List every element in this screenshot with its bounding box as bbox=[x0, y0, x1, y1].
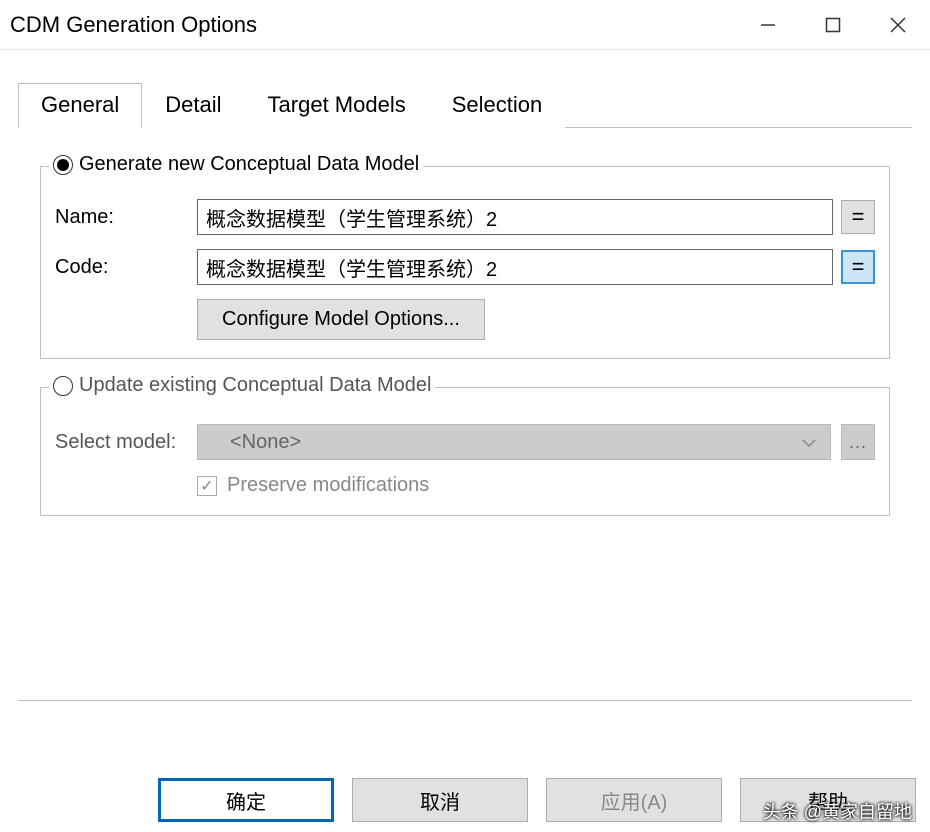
preserve-checkbox[interactable]: ✓ bbox=[197, 476, 217, 496]
select-model-dropdown[interactable]: <None> bbox=[197, 424, 831, 460]
name-row: Name: = bbox=[55, 199, 875, 235]
tab-general[interactable]: General bbox=[18, 83, 142, 128]
dialog-content: General Detail Target Models Selection G… bbox=[0, 50, 930, 701]
radio-update-existing[interactable] bbox=[53, 376, 73, 396]
update-existing-legend[interactable]: Update existing Conceptual Data Model bbox=[49, 374, 435, 397]
ok-button[interactable]: 确定 bbox=[158, 778, 334, 822]
radio-dot-icon bbox=[57, 159, 69, 171]
select-model-row: Select model: <None> ... bbox=[55, 424, 875, 460]
code-sync-button[interactable]: = bbox=[841, 250, 875, 284]
select-model-browse-button[interactable]: ... bbox=[841, 424, 875, 460]
generate-new-label: Generate new Conceptual Data Model bbox=[79, 153, 419, 176]
tab-target-models[interactable]: Target Models bbox=[245, 83, 429, 128]
maximize-button[interactable] bbox=[800, 0, 865, 49]
titlebar: CDM Generation Options bbox=[0, 0, 930, 50]
chevron-down-icon bbox=[802, 434, 816, 450]
tab-detail[interactable]: Detail bbox=[142, 83, 244, 128]
name-input[interactable] bbox=[197, 199, 833, 235]
code-input[interactable] bbox=[197, 249, 833, 285]
preserve-label: Preserve modifications bbox=[227, 474, 429, 497]
code-label: Code: bbox=[55, 256, 197, 279]
generate-new-group: Generate new Conceptual Data Model Name:… bbox=[40, 166, 890, 359]
minimize-button[interactable] bbox=[735, 0, 800, 49]
update-existing-group: Update existing Conceptual Data Model Se… bbox=[40, 387, 890, 516]
dialog-button-bar: 确定 取消 应用(A) 帮助 bbox=[158, 778, 916, 822]
tab-panel-general: Generate new Conceptual Data Model Name:… bbox=[18, 128, 912, 701]
configure-model-options-button[interactable]: Configure Model Options... bbox=[197, 299, 485, 340]
tab-strip: General Detail Target Models Selection bbox=[18, 82, 912, 128]
window-controls bbox=[735, 0, 930, 49]
cancel-button[interactable]: 取消 bbox=[352, 778, 528, 822]
radio-generate-new[interactable] bbox=[53, 155, 73, 175]
window-title: CDM Generation Options bbox=[10, 12, 735, 38]
apply-button[interactable]: 应用(A) bbox=[546, 778, 722, 822]
update-existing-label: Update existing Conceptual Data Model bbox=[79, 374, 431, 397]
help-button[interactable]: 帮助 bbox=[740, 778, 916, 822]
tab-selection[interactable]: Selection bbox=[429, 83, 566, 128]
preserve-row[interactable]: ✓ Preserve modifications bbox=[197, 474, 875, 497]
generate-new-legend[interactable]: Generate new Conceptual Data Model bbox=[49, 153, 423, 176]
select-model-label: Select model: bbox=[55, 431, 197, 454]
name-label: Name: bbox=[55, 206, 197, 229]
close-button[interactable] bbox=[865, 0, 930, 49]
code-row: Code: = bbox=[55, 249, 875, 285]
name-sync-button[interactable]: = bbox=[841, 200, 875, 234]
select-model-value: <None> bbox=[230, 431, 301, 454]
